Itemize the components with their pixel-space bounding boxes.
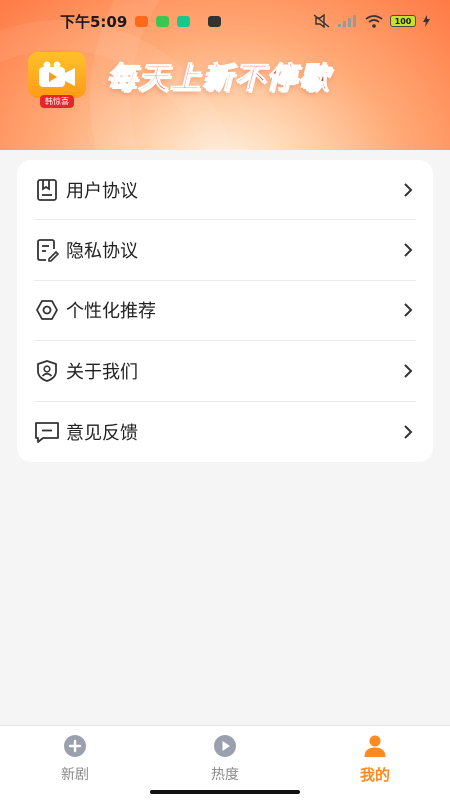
- app-notification-icon-2: [177, 15, 191, 27]
- nav-tab-new-drama[interactable]: 新剧: [0, 726, 150, 800]
- brand: 韩惊喜 每天上新不停歇: [28, 52, 330, 108]
- play-circle-icon: [213, 734, 237, 758]
- notification-icons: [135, 15, 222, 27]
- app-logo-label: 韩惊喜: [40, 95, 74, 108]
- signal-icon: [338, 15, 356, 27]
- menu-item-label: 关于我们: [66, 361, 138, 383]
- shield-user-icon: [34, 358, 60, 384]
- menu-card: 用户协议 隐私协议 个性化推荐 关于我们 意见反馈: [17, 160, 433, 462]
- mute-icon: [313, 14, 330, 28]
- status-time: 下午5:09: [60, 12, 128, 31]
- chevron-right-icon: [400, 363, 416, 379]
- chevron-right-icon: [400, 424, 416, 440]
- menu-item-personalized-recommendation[interactable]: 个性化推荐: [34, 281, 416, 342]
- app-logo: 韩惊喜: [28, 52, 86, 108]
- menu-item-label: 个性化推荐: [66, 301, 156, 323]
- chevron-right-icon: [400, 182, 416, 198]
- document-icon: [34, 177, 60, 203]
- nav-label: 热度: [211, 767, 239, 783]
- chevron-right-icon: [400, 302, 416, 318]
- edit-document-icon: [34, 237, 60, 263]
- video-camera-icon: [39, 61, 75, 87]
- wifi-icon: [365, 14, 383, 28]
- nav-label: 新剧: [61, 767, 89, 783]
- menu-item-user-agreement[interactable]: 用户协议: [34, 160, 416, 221]
- charging-icon: [423, 15, 430, 27]
- nav-tab-popular[interactable]: 热度: [150, 726, 300, 800]
- user-icon: [363, 734, 387, 758]
- gear-icon: [34, 297, 60, 323]
- message-icon: [34, 419, 60, 445]
- home-indicator[interactable]: [150, 790, 300, 794]
- battery-icon: 100: [390, 15, 416, 27]
- chevron-right-icon: [400, 242, 416, 258]
- status-right: 100: [313, 14, 430, 28]
- menu-item-label: 用户协议: [66, 180, 138, 202]
- slogan: 每天上新不停歇: [106, 61, 330, 97]
- menu-item-about-us[interactable]: 关于我们: [34, 341, 416, 402]
- message-notification-icon: [156, 15, 170, 27]
- menu-item-privacy-policy[interactable]: 隐私协议: [34, 220, 416, 281]
- menu-item-label: 隐私协议: [66, 241, 138, 263]
- menu-item-label: 意见反馈: [66, 422, 138, 444]
- nav-tab-mine[interactable]: 我的: [300, 726, 450, 800]
- plus-circle-icon: [63, 734, 87, 758]
- bottom-nav: 新剧 热度 我的: [0, 725, 450, 800]
- status-bar: 下午5:09 100: [0, 0, 450, 42]
- app-notification-icon: [135, 15, 149, 27]
- nav-label: 我的: [359, 766, 390, 784]
- more-notifications-dot: [208, 15, 222, 27]
- menu-item-feedback[interactable]: 意见反馈: [34, 402, 416, 462]
